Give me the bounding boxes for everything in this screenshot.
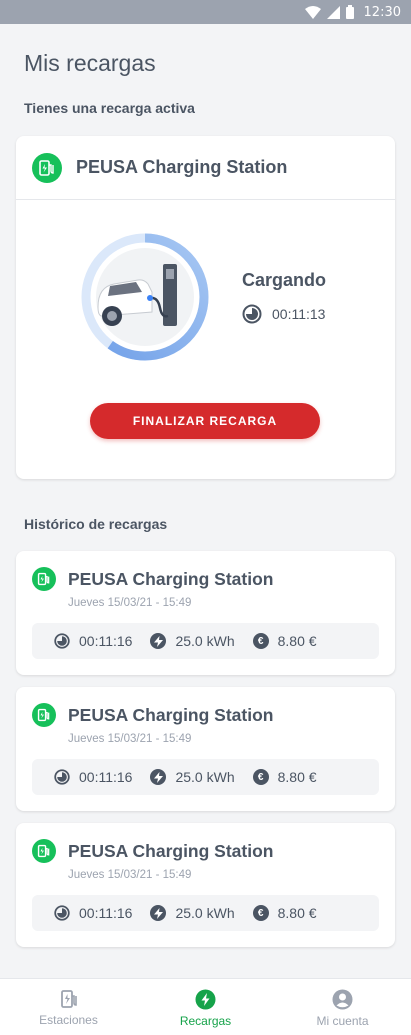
- clock-icon: [54, 769, 70, 785]
- charging-station-icon: [32, 152, 62, 183]
- history-section-label: Histórico de recargas: [24, 516, 168, 532]
- finish-charge-button[interactable]: FINALIZAR RECARGA: [90, 403, 320, 439]
- history-stats: 00:11:16 25.0 kWh €8.80 €: [32, 759, 379, 795]
- lightning-icon: [150, 769, 167, 785]
- nav-label: Recargas: [179, 1014, 232, 1028]
- wifi-icon: [304, 5, 321, 19]
- charge-progress-ring: [81, 233, 209, 361]
- history-station-name: PEUSA Charging Station: [68, 568, 274, 589]
- clock-icon: [242, 304, 262, 324]
- nav-item-mi-cuenta[interactable]: Mi cuenta: [274, 979, 411, 1035]
- charging-station-icon: [32, 839, 56, 863]
- euro-icon: €: [252, 769, 269, 785]
- history-cost: 8.80 €: [277, 905, 317, 921]
- history-card[interactable]: PEUSA Charging Station Jueves 15/03/21 -…: [16, 687, 395, 811]
- active-card-header: PEUSA Charging Station: [16, 136, 395, 200]
- history-date: Jueves 15/03/21 - 15:49: [68, 597, 192, 609]
- battery-icon: [345, 5, 354, 19]
- history-date: Jueves 15/03/21 - 15:49: [68, 869, 192, 881]
- euro-icon: €: [252, 633, 269, 649]
- history-duration: 00:11:16: [79, 769, 133, 785]
- page-title: Mis recargas: [24, 50, 156, 76]
- history-card[interactable]: PEUSA Charging Station Jueves 15/03/21 -…: [16, 551, 395, 675]
- status-time: 12:30: [363, 4, 401, 20]
- history-stats: 00:11:16 25.0 kWh €8.80 €: [32, 895, 379, 931]
- history-energy: 25.0 kWh: [175, 633, 235, 649]
- charging-station-icon: [32, 703, 56, 727]
- charge-elapsed-row: 00:11:13: [242, 304, 325, 324]
- nav-item-estaciones[interactable]: Estaciones: [0, 979, 137, 1035]
- history-station-name: PEUSA Charging Station: [68, 840, 274, 861]
- active-charge-card[interactable]: PEUSA Charging Station Cargando 00:11:13: [16, 136, 395, 479]
- history-energy: 25.0 kWh: [175, 769, 235, 785]
- status-bar: 12:30: [0, 0, 411, 24]
- user-icon: [332, 989, 353, 1010]
- active-station-name: PEUSA Charging Station: [76, 157, 288, 177]
- history-stats: 00:11:16 25.0 kWh €8.80 €: [32, 623, 379, 659]
- history-station-name: PEUSA Charging Station: [68, 704, 274, 725]
- charging-station-icon: [32, 567, 56, 591]
- lightning-icon: [150, 633, 167, 649]
- clock-icon: [54, 633, 70, 649]
- nav-label: Mi cuenta: [316, 1014, 369, 1028]
- charging-station-icon: [60, 990, 77, 1008]
- nav-item-recargas[interactable]: Recargas: [137, 979, 274, 1035]
- history-energy: 25.0 kWh: [175, 905, 235, 921]
- bottom-nav: Estaciones Recargas Mi cuenta: [0, 978, 411, 1035]
- history-card[interactable]: PEUSA Charging Station Jueves 15/03/21 -…: [16, 823, 395, 947]
- charge-status: Cargando: [242, 270, 327, 290]
- euro-icon: €: [252, 905, 269, 921]
- history-date: Jueves 15/03/21 - 15:49: [68, 733, 192, 745]
- history-duration: 00:11:16: [79, 905, 133, 921]
- lightning-icon: [195, 989, 216, 1010]
- charge-elapsed-time: 00:11:13: [272, 306, 326, 322]
- nav-label: Estaciones: [39, 1013, 98, 1027]
- clock-icon: [54, 905, 70, 921]
- signal-icon: [326, 5, 340, 19]
- history-cost: 8.80 €: [277, 769, 317, 785]
- active-section-label: Tienes una recarga activa: [24, 100, 195, 116]
- history-duration: 00:11:16: [79, 633, 133, 649]
- lightning-icon: [150, 905, 167, 921]
- history-cost: 8.80 €: [277, 633, 317, 649]
